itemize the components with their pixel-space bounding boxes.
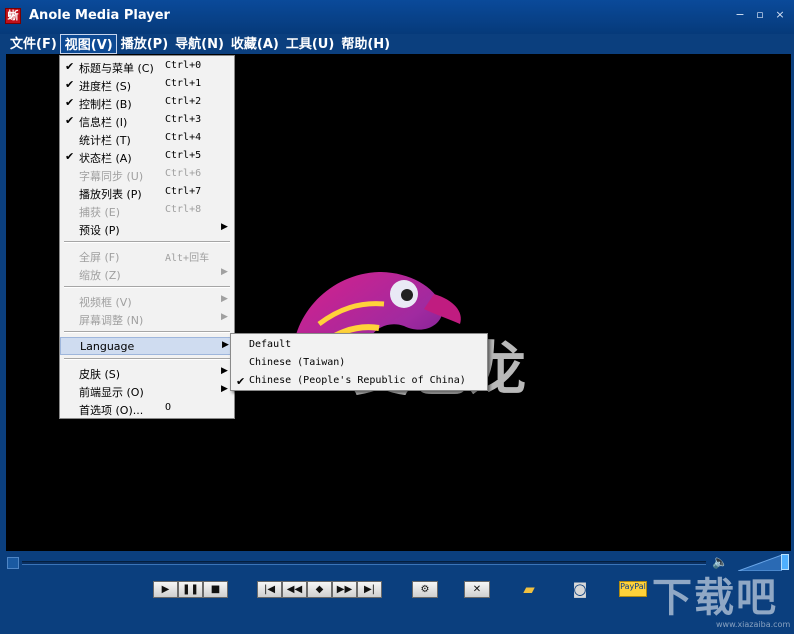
title-bar: 蜥 Anole Media Player − ▫ × — [0, 0, 794, 34]
menu-item-on-top[interactable]: 前端显示 (O) ▶ — [60, 382, 234, 400]
menu-item-screen-adjust: 屏幕调整 (N) ▶ — [79, 312, 228, 327]
pause-icon[interactable]: ❚❚ — [178, 581, 203, 598]
language-option-prc[interactable]: ✔ Chinese (People's Republic of China) — [231, 372, 487, 390]
menu-item-preferences[interactable]: 首选项 (O)... O — [60, 400, 234, 418]
rewind-icon[interactable]: ◀◀ — [282, 581, 307, 598]
menu-separator — [64, 331, 230, 333]
checkmark-icon: ✔ — [65, 96, 75, 109]
paypal-icon[interactable]: PayPal — [619, 581, 647, 597]
menu-item-playlist[interactable]: 播放列表 (P) Ctrl+7 — [60, 184, 234, 202]
checkmark-icon: ✔ — [65, 150, 75, 163]
menu-item-title-and-menu[interactable]: ✔ 标题与菜单 (C) Ctrl+0 — [60, 58, 234, 76]
fullscreen-icon[interactable]: ✕ — [464, 581, 490, 598]
menu-separator — [64, 358, 230, 360]
language-submenu: Default Chinese (Taiwan) ✔ Chinese (Peop… — [230, 333, 488, 391]
menu-navigate[interactable]: 导航(N) — [171, 34, 227, 54]
menu-item-stats-bar[interactable]: 统计栏 (T) Ctrl+4 — [60, 130, 234, 148]
seek-start-button[interactable] — [7, 557, 19, 569]
menu-separator — [64, 286, 230, 288]
menu-item-skins[interactable]: 皮肤 (S) ▶ — [60, 364, 234, 382]
submenu-arrow-icon: ▶ — [221, 384, 228, 394]
menu-view[interactable]: 视图(V) — [59, 34, 117, 54]
menu-item-progress-bar[interactable]: ✔ 进度栏 (S) Ctrl+1 — [60, 76, 234, 94]
language-option-default[interactable]: Default — [231, 336, 487, 354]
restore-icon[interactable]: ▫ — [754, 9, 766, 21]
open-folder-icon[interactable]: ▰ — [516, 578, 542, 600]
menu-item-fullscreen: 全屏 (F) Alt+回车 — [79, 251, 210, 264]
menu-item-status-bar[interactable]: ✔ 状态栏 (A) Ctrl+5 — [60, 148, 234, 166]
checkmark-icon: ✔ — [65, 114, 75, 127]
submenu-arrow-icon: ▶ — [221, 366, 228, 376]
submenu-arrow-icon: ▶ — [222, 340, 229, 350]
menu-item-capture: 捕获 (E) Ctrl+8 — [79, 204, 202, 219]
checkmark-icon: ✔ — [65, 60, 75, 73]
app-icon: 蜥 — [5, 8, 21, 24]
menu-item-video-frame: 视频框 (V) ▶ — [79, 294, 228, 309]
menu-item-language[interactable]: Language ▶ — [60, 337, 234, 355]
play-icon[interactable]: ▶ — [153, 581, 178, 598]
view-menu-dropdown: ✔ 标题与菜单 (C) Ctrl+0 ✔ 进度栏 (S) Ctrl+1 ✔ 控制… — [59, 55, 235, 419]
watermark: 下载吧 — [652, 575, 778, 621]
menu-item-subtitle-sync: 字幕同步 (U) Ctrl+6 — [79, 168, 202, 183]
submenu-arrow-icon: ▶ — [221, 267, 228, 277]
menu-play[interactable]: 播放(P) — [117, 34, 171, 54]
settings-icon[interactable]: ⚙ — [412, 581, 438, 598]
menu-item-info-bar[interactable]: ✔ 信息栏 (I) Ctrl+3 — [60, 112, 234, 130]
submenu-arrow-icon: ▶ — [221, 222, 228, 232]
watermark-url: www.xiazaiba.com — [716, 620, 791, 629]
menu-favorites[interactable]: 收藏(A) — [227, 34, 282, 54]
window-title: Anole Media Player — [29, 8, 170, 23]
menu-bar: 文件(F) 视图(V) 播放(P) 导航(N) 收藏(A) 工具(U) 帮助(H… — [0, 34, 794, 54]
minimize-icon[interactable]: − — [734, 9, 746, 21]
checkmark-icon: ✔ — [65, 78, 75, 91]
skip-back-icon[interactable]: |◀ — [257, 581, 282, 598]
menu-separator — [64, 241, 230, 243]
snapshot-icon[interactable]: ◙ — [567, 578, 593, 600]
language-option-taiwan[interactable]: Chinese (Taiwan) — [231, 354, 487, 372]
submenu-arrow-icon: ▶ — [221, 312, 228, 322]
stop-icon[interactable]: ■ — [203, 581, 228, 598]
menu-item-presets[interactable]: 预设 (P) ▶ — [60, 220, 234, 238]
menu-tools[interactable]: 工具(U) — [282, 34, 337, 54]
menu-item-zoom: 缩放 (Z) ▶ — [79, 267, 228, 282]
fast-forward-icon[interactable]: ▶▶ — [332, 581, 357, 598]
skip-forward-icon[interactable]: ▶| — [357, 581, 382, 598]
menu-file[interactable]: 文件(F) — [6, 34, 60, 54]
seek-bar[interactable] — [22, 561, 706, 565]
close-icon[interactable]: × — [774, 9, 786, 21]
menu-item-control-bar[interactable]: ✔ 控制栏 (B) Ctrl+2 — [60, 94, 234, 112]
checkmark-icon: ✔ — [236, 375, 246, 388]
submenu-arrow-icon: ▶ — [221, 294, 228, 304]
eject-icon[interactable]: ◆ — [307, 581, 332, 598]
menu-help[interactable]: 帮助(H) — [337, 34, 393, 54]
